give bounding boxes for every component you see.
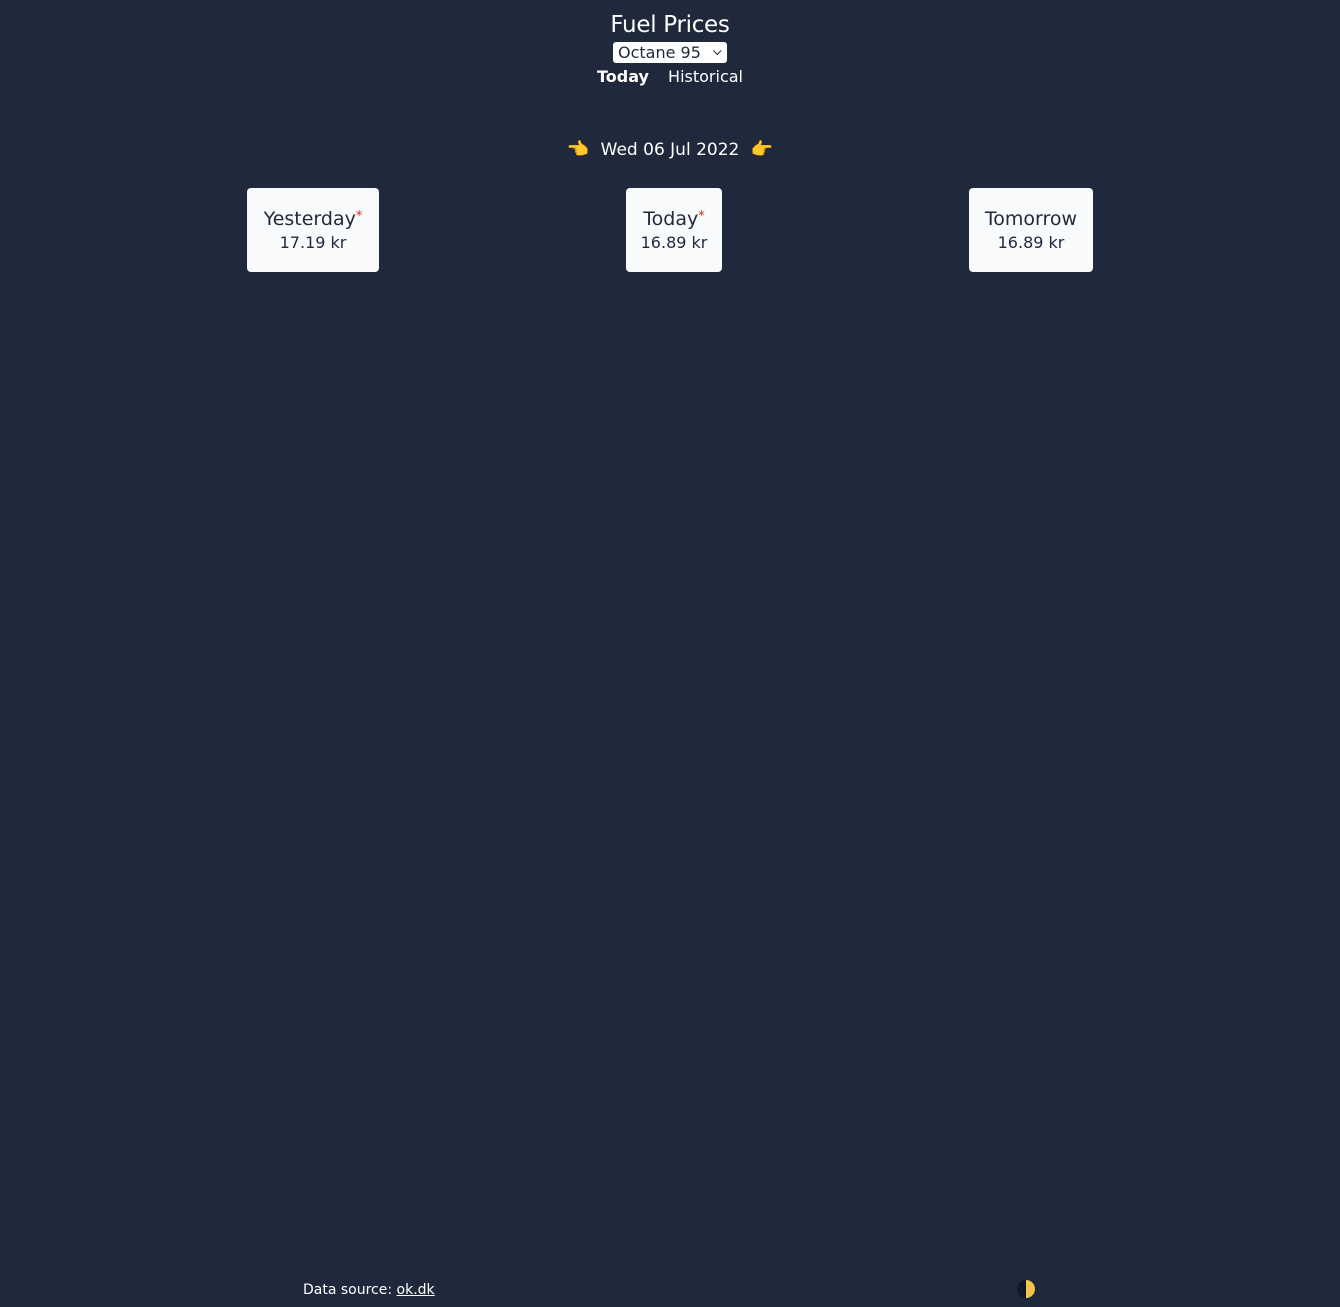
card-price: 17.19 kr: [279, 233, 347, 252]
view-tabs: Today Historical: [0, 67, 1340, 87]
data-source-link[interactable]: ok.dk: [397, 1282, 435, 1298]
next-day-hand-icon[interactable]: 👉: [751, 139, 773, 161]
data-source-label: Data source:: [303, 1282, 393, 1298]
card-label: Yesterday: [263, 208, 356, 230]
tab-today[interactable]: Today: [597, 67, 649, 87]
date-navigation: 👈 Wed 06 Jul 2022 👉: [0, 139, 1340, 161]
price-card-tomorrow: Tomorrow 16.89 kr: [969, 188, 1093, 272]
price-card-yesterday: Yesterday* 17.19 kr: [247, 188, 379, 272]
fuel-type-select[interactable]: Octane 95: [613, 42, 727, 63]
chevron-down-icon: [713, 46, 722, 55]
data-source: Data source: ok.dk: [303, 1281, 435, 1299]
page-title: Fuel Prices: [610, 12, 730, 38]
card-price: 16.89 kr: [997, 233, 1065, 252]
theme-toggle-half-moon-icon[interactable]: [1017, 1280, 1035, 1298]
asterisk-marker: *: [355, 209, 363, 224]
card-label: Today: [643, 208, 699, 230]
card-label: Tomorrow: [984, 208, 1078, 230]
fuel-type-selected: Octane 95: [618, 43, 701, 62]
card-price: 16.89 kr: [640, 233, 708, 252]
previous-day-hand-icon[interactable]: 👈: [567, 139, 589, 161]
tab-historical[interactable]: Historical: [668, 67, 743, 87]
current-date: Wed 06 Jul 2022: [600, 140, 740, 160]
price-card-today: Today* 16.89 kr: [626, 188, 722, 272]
asterisk-marker: *: [698, 209, 705, 224]
page-header: Fuel Prices Octane 95 Today Historical: [0, 10, 1340, 87]
